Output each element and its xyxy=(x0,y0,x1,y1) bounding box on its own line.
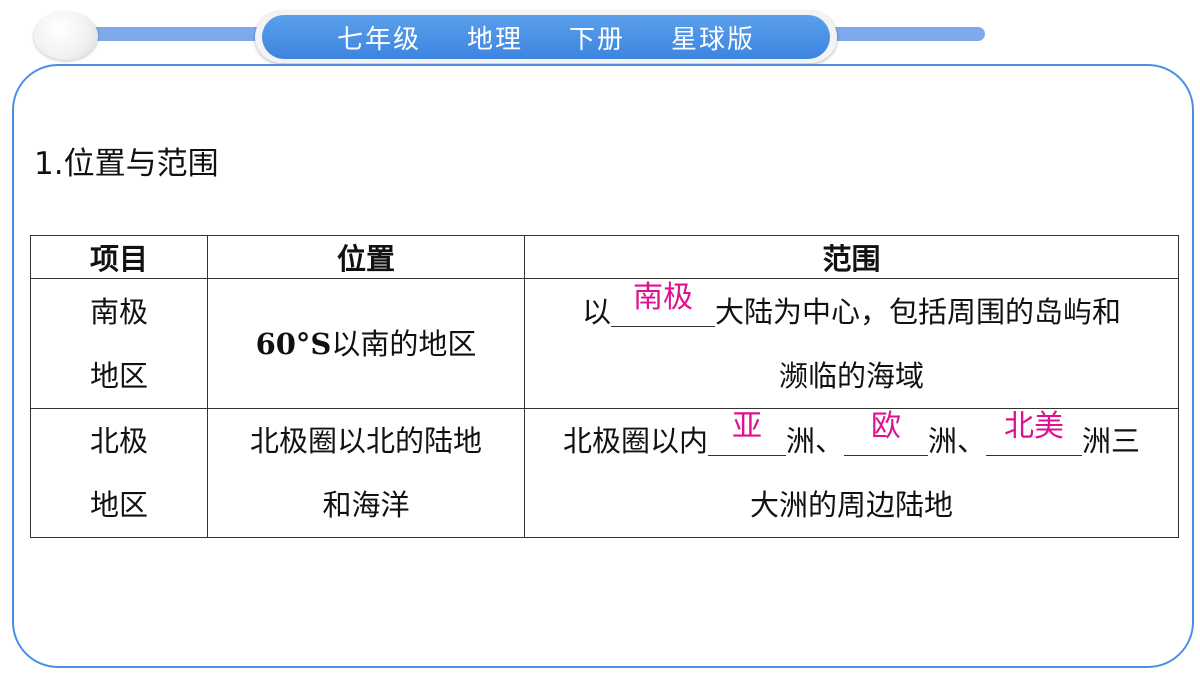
table-header-row: 项目 位置 范围 xyxy=(30,235,1179,279)
answer-blank[interactable]: 南极 xyxy=(611,282,715,327)
header-subject: 地理 xyxy=(466,24,523,55)
header-item: 项目 xyxy=(30,235,208,279)
item-cell: 北极 地区 xyxy=(30,408,208,538)
answer-blank[interactable]: 亚 xyxy=(707,412,786,456)
range-cell: 以南极 大陆为中心，包括周围的岛屿和 濒临的海域 xyxy=(524,278,1179,409)
latitude-value: 60°S xyxy=(255,326,332,361)
range-cell: 北极圈以内亚洲、欧洲、 北美 洲三 大洲的周边陆地 xyxy=(524,408,1179,538)
header-edition: 星球版 xyxy=(671,24,756,55)
header-position: 位置 xyxy=(207,235,525,279)
item-cell: 南极 地区 xyxy=(30,278,208,409)
header-pill: 七年级 地理 下册 星球版 xyxy=(262,15,830,59)
table-row: 北极 地区 北极圈以北的陆地 和海洋 北极圈以内亚洲、欧洲、 北美 洲三 大洲的周边… xyxy=(30,408,1179,538)
header-circle-decoration xyxy=(34,12,98,60)
answer-blank[interactable]: 欧 xyxy=(844,412,928,456)
header-grade: 七年级 xyxy=(336,24,421,55)
position-cell: 北极圈以北的陆地 和海洋 xyxy=(207,408,525,538)
table-row: 南极 地区 60°S以南的地区 以南极 大陆为中心，包括周围的岛屿和 濒临的海域 xyxy=(30,278,1179,409)
header-range: 范围 xyxy=(524,235,1179,279)
header-volume: 下册 xyxy=(569,24,626,55)
comparison-table: 项目 位置 范围 南极 地区 60°S以南的地区 以南极 大陆为中心，包括周围的岛… xyxy=(30,235,1179,538)
section-title: 1.位置与范围 xyxy=(34,146,219,182)
answer-blank[interactable]: 北美 xyxy=(986,412,1083,456)
position-cell: 60°S以南的地区 xyxy=(207,278,525,409)
